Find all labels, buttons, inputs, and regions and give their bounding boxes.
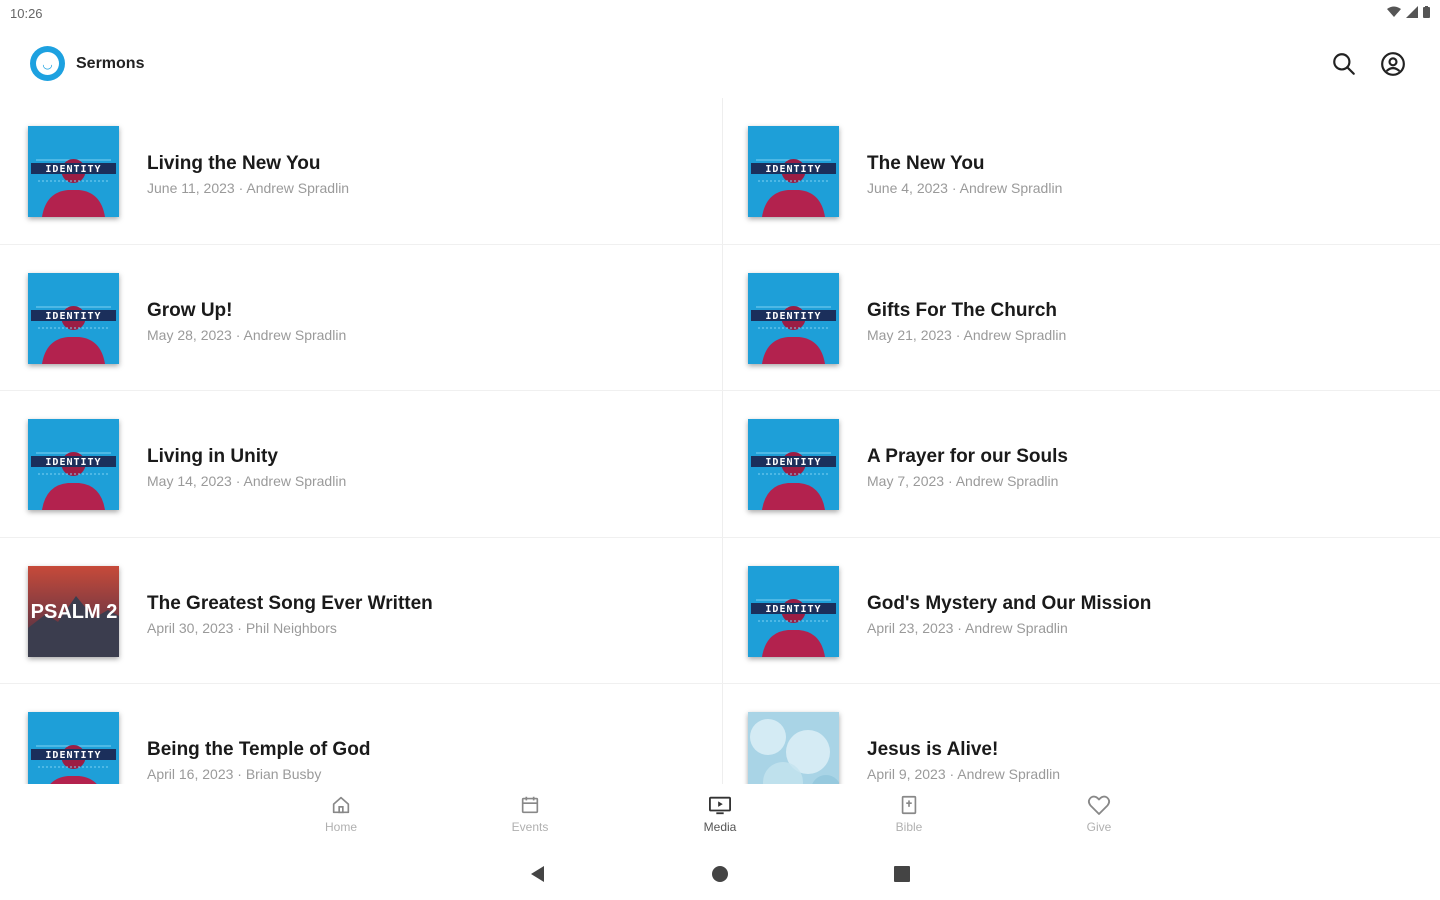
sermon-title: The Greatest Song Ever Written <box>147 592 433 614</box>
recents-square-icon <box>894 866 910 882</box>
sermon-list-item[interactable]: IDENTITY A Prayer for our Souls May 7, 2… <box>722 391 1440 538</box>
tab-home[interactable]: Home <box>296 794 386 834</box>
tab-bible[interactable]: Bible <box>864 794 954 834</box>
wifi-icon <box>1387 6 1401 17</box>
heart-icon <box>1087 795 1111 815</box>
artwork-text: IDENTITY <box>45 311 101 322</box>
tab-media[interactable]: Media <box>675 794 765 834</box>
sermon-list-item[interactable]: IDENTITY Living the New You June 11, 202… <box>0 98 722 245</box>
battery-icon <box>1423 6 1430 18</box>
bottom-navigation: Home Events Media Bible Give <box>0 784 1440 846</box>
home-circle-icon <box>712 866 728 882</box>
sermon-artwork: IDENTITY <box>748 126 839 217</box>
sermon-artwork: IDENTITY <box>28 712 119 784</box>
sermon-meta: May 21, 2023 · Andrew Spradlin <box>867 326 1067 343</box>
sermon-thumbnail: IDENTITY <box>28 712 119 784</box>
sermon-meta: May 7, 2023 · Andrew Spradlin <box>867 473 1059 489</box>
sermon-thumbnail: PSALM 2 <box>28 565 119 657</box>
status-time: 10:26 <box>10 6 43 21</box>
sermon-list-item[interactable]: Jesus is Alive! April 9, 2023 · Andrew S… <box>722 684 1440 784</box>
back-button[interactable] <box>526 862 550 886</box>
system-navigation-bar <box>0 846 1440 900</box>
sermon-title: Gifts For The Church <box>867 299 1057 321</box>
sermon-list-item[interactable]: IDENTITY Grow Up! May 28, 2023 · Andrew … <box>0 245 722 391</box>
home-system-button[interactable] <box>708 862 732 886</box>
sermon-meta: May 28, 2023 · Andrew Spradlin <box>147 326 347 343</box>
sermon-title: Jesus is Alive! <box>867 739 999 760</box>
bible-icon <box>901 795 917 815</box>
signal-icon <box>1406 6 1418 18</box>
sermon-meta: April 9, 2023 · Andrew Spradlin <box>867 766 1060 782</box>
sermon-thumbnail: IDENTITY <box>28 419 119 510</box>
artwork-text: IDENTITY <box>45 750 101 761</box>
artwork-text: IDENTITY <box>45 164 101 175</box>
tab-label: Events <box>511 820 549 834</box>
sermon-thumbnail: IDENTITY <box>748 126 839 217</box>
sermon-title: A Prayer for our Souls <box>867 446 1068 467</box>
recents-button[interactable] <box>890 862 914 886</box>
sermon-artwork: IDENTITY <box>28 272 119 364</box>
sermon-list-item[interactable]: IDENTITY Being the Temple of God April 1… <box>0 684 722 784</box>
sermon-artwork: PSALM 2 <box>28 565 119 657</box>
home-icon <box>332 796 350 814</box>
sermon-thumbnail <box>748 712 839 784</box>
artwork-text: IDENTITY <box>765 604 821 615</box>
sermon-meta: April 16, 2023 · Brian Busby <box>147 766 322 782</box>
status-bar: 10:26 <box>0 0 1440 30</box>
sermon-list-item[interactable]: IDENTITY Gifts For The Church May 21, 20… <box>722 245 1440 391</box>
system-icons <box>1387 6 1430 18</box>
sermon-thumbnail: IDENTITY <box>28 126 119 217</box>
sermon-title: Living the New You <box>147 153 321 174</box>
sermon-thumbnail: IDENTITY <box>748 419 839 510</box>
media-icon <box>709 796 731 815</box>
sermon-thumbnail: IDENTITY <box>28 272 119 364</box>
sermon-artwork: IDENTITY <box>28 419 119 510</box>
tab-give[interactable]: Give <box>1054 794 1144 834</box>
artwork-text: PSALM 2 <box>31 601 118 623</box>
artwork-text: IDENTITY <box>765 311 821 322</box>
sermon-artwork: IDENTITY <box>28 126 119 217</box>
page-title: Sermons <box>76 55 145 72</box>
sermon-list-item[interactable]: IDENTITY Living in Unity May 14, 2023 · … <box>0 391 722 538</box>
logo-glyph: ◡ <box>36 52 59 75</box>
sermon-list-item[interactable]: PSALM 2 The Greatest Song Ever Written A… <box>0 538 722 684</box>
sermon-meta: June 11, 2023 · Andrew Spradlin <box>147 180 350 196</box>
sermon-list-item[interactable]: IDENTITY God's Mystery and Our Mission A… <box>722 538 1440 684</box>
app-bar: ◡ Sermons <box>0 30 1440 96</box>
sermon-meta: April 23, 2023 · Andrew Spradlin <box>867 619 1068 636</box>
calendar-icon <box>521 796 539 814</box>
search-button[interactable] <box>1330 50 1358 78</box>
sermon-thumbnail: IDENTITY <box>748 565 839 657</box>
sermon-meta: June 4, 2023 · Andrew Spradlin <box>867 180 1063 196</box>
church-logo: ◡ <box>30 46 65 81</box>
sermon-title: Living in Unity <box>147 446 278 467</box>
back-triangle-icon <box>531 866 544 882</box>
sermon-artwork: IDENTITY <box>748 272 839 364</box>
sermon-artwork: IDENTITY <box>748 419 839 510</box>
sermon-meta: May 14, 2023 · Andrew Spradlin <box>147 473 347 489</box>
sermon-list-item[interactable]: IDENTITY The New You June 4, 2023 · Andr… <box>722 98 1440 245</box>
sermon-title: Grow Up! <box>147 299 233 321</box>
sermon-meta: April 30, 2023 · Phil Neighbors <box>147 619 337 636</box>
tab-label: Give <box>1086 820 1112 834</box>
sermon-title: God's Mystery and Our Mission <box>867 592 1152 614</box>
sermon-artwork <box>748 712 839 784</box>
tab-events[interactable]: Events <box>485 794 575 834</box>
artwork-text: IDENTITY <box>765 164 821 175</box>
sermon-thumbnail: IDENTITY <box>748 272 839 364</box>
artwork-text: IDENTITY <box>765 457 821 468</box>
sermon-artwork: IDENTITY <box>748 565 839 657</box>
search-icon <box>1333 53 1355 75</box>
sermon-list[interactable]: IDENTITY Living the New You June 11, 202… <box>0 98 1440 784</box>
account-button[interactable] <box>1379 50 1407 78</box>
tab-label: Bible <box>895 820 923 834</box>
tab-label: Media <box>703 820 737 834</box>
artwork-text: IDENTITY <box>45 457 101 468</box>
sermon-title: Being the Temple of God <box>147 739 371 760</box>
tab-label: Home <box>324 820 357 834</box>
sermon-title: The New You <box>867 153 985 174</box>
account-circle-icon <box>1381 52 1405 76</box>
